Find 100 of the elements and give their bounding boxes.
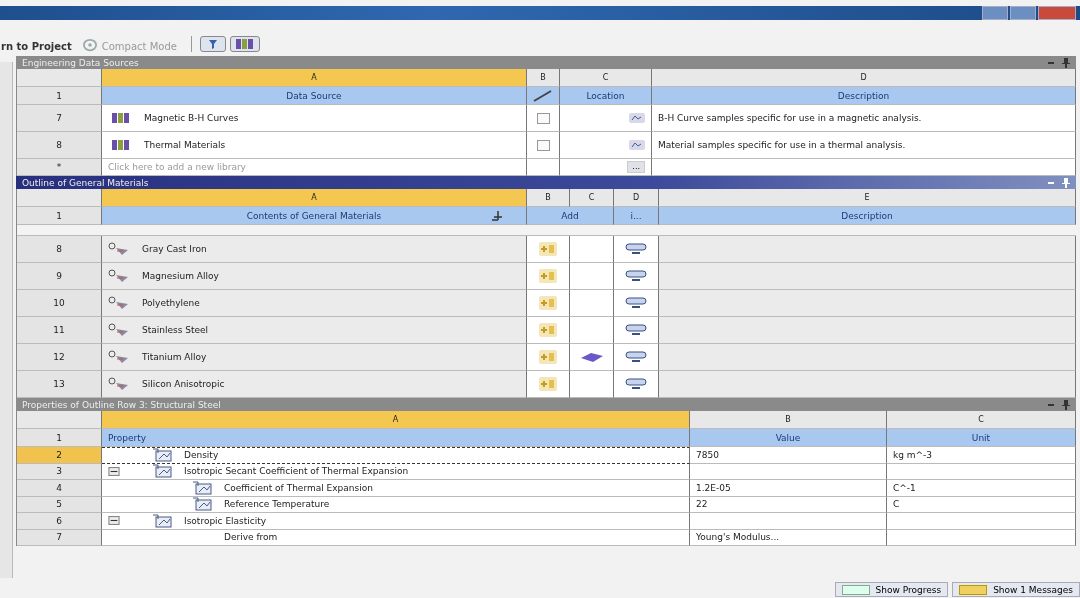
properties-icon[interactable] — [625, 378, 647, 390]
column-letter: B — [527, 189, 570, 207]
properties-icon[interactable] — [625, 243, 647, 255]
library-icon — [112, 139, 130, 151]
row-number: 4 — [17, 480, 102, 497]
add-icon[interactable] — [539, 242, 557, 256]
minimize-icon[interactable] — [1048, 181, 1054, 184]
checkbox[interactable] — [536, 139, 550, 151]
panel-title: Properties of Outline Row 3: Structural Steel — [22, 399, 222, 410]
column-letter: C — [560, 69, 652, 87]
show-messages-button[interactable]: Show 1 Messages — [952, 582, 1080, 597]
column-header[interactable]: Description — [652, 87, 1076, 105]
row-number: 1 — [17, 207, 102, 225]
library-name: Thermal Materials — [144, 140, 226, 150]
show-progress-button[interactable]: Show Progress — [834, 582, 949, 597]
column-header[interactable]: Data Source — [102, 87, 527, 105]
row-number: 13 — [17, 371, 102, 398]
row-number: 7 — [17, 105, 102, 132]
add-icon[interactable] — [539, 323, 557, 337]
panel-title: Outline of General Materials — [22, 177, 150, 188]
pin-icon[interactable] — [1062, 177, 1070, 188]
column-letter: D — [614, 189, 659, 207]
property-value[interactable]: 1.2E-05 — [690, 480, 887, 497]
properties-icon[interactable] — [625, 351, 647, 363]
library-toggle-button[interactable] — [229, 36, 260, 52]
material-icon — [108, 377, 130, 391]
add-icon[interactable] — [539, 269, 557, 283]
column-header[interactable]: i... — [614, 207, 659, 225]
table-cell[interactable]: C — [887, 496, 1076, 513]
property-icon — [152, 448, 172, 463]
row-number: 10 — [17, 290, 102, 317]
table-cell[interactable] — [887, 529, 1076, 546]
row-number: 9 — [17, 263, 102, 290]
material-icon — [108, 242, 130, 256]
properties-icon[interactable] — [625, 270, 647, 282]
material-icon — [108, 323, 130, 337]
table-cell[interactable] — [887, 513, 1076, 530]
property-name: Derive from — [224, 532, 278, 543]
column-header[interactable]: Description — [659, 207, 1076, 225]
table-cell[interactable]: kg m^-3 — [887, 447, 1076, 464]
material-name: Stainless Steel — [142, 325, 209, 335]
property-value[interactable]: 7850 — [690, 447, 887, 464]
material-name: Gray Cast Iron — [142, 244, 207, 254]
property-value[interactable]: Young's Modulus... — [690, 529, 887, 546]
add-icon[interactable] — [539, 350, 557, 364]
row-number: 8 — [17, 236, 102, 263]
row-number: 1 — [17, 87, 102, 105]
property-icon — [152, 464, 172, 479]
column-header[interactable]: Location — [560, 87, 652, 105]
description-text: B-H Curve samples specific for use in a magnetic analysis. — [652, 105, 1076, 132]
table-cell[interactable]: C^-1 — [887, 480, 1076, 497]
property-name: Isotropic Secant Coefficient of Thermal Expansion — [184, 466, 409, 477]
add-icon[interactable] — [539, 377, 557, 391]
pin-icon[interactable] — [1062, 57, 1070, 68]
add-icon[interactable] — [539, 296, 557, 310]
row-number: 8 — [17, 132, 102, 159]
material-name: Magnesium Alloy — [142, 271, 219, 281]
properties-icon[interactable] — [625, 297, 647, 309]
return-to-project-button[interactable]: rn to Project — [1, 41, 72, 52]
material-icon — [108, 350, 130, 364]
column-header[interactable]: Unit — [887, 429, 1076, 447]
column-header[interactable]: Add — [527, 207, 614, 225]
close-button[interactable] — [1038, 6, 1076, 20]
library-icon — [234, 38, 255, 50]
minimize-icon[interactable] — [1048, 61, 1054, 64]
minimize-icon[interactable] — [1048, 403, 1054, 406]
property-value[interactable] — [690, 463, 887, 480]
row-number: * — [17, 159, 102, 176]
property-value[interactable]: 22 — [690, 496, 887, 513]
column-header[interactable]: Property — [102, 429, 690, 447]
filter-toggle-button[interactable] — [199, 36, 226, 52]
row-number: 1 — [17, 429, 102, 447]
table-cell[interactable] — [887, 463, 1076, 480]
library-name: Magnetic B-H Curves — [144, 113, 239, 123]
column-letter: E — [659, 189, 1076, 207]
material-name: Titanium Alloy — [142, 352, 207, 362]
property-value[interactable] — [690, 513, 887, 530]
row-number: 11 — [17, 317, 102, 344]
row-number: 12 — [17, 344, 102, 371]
checkbox[interactable] — [536, 112, 550, 124]
material-name: Silicon Anisotropic — [142, 379, 225, 389]
property-name: Coefficient of Thermal Expansion — [224, 482, 373, 493]
collapse-icon[interactable] — [108, 466, 120, 476]
property-name: Isotropic Elasticity — [184, 515, 267, 526]
pin-icon[interactable] — [1062, 399, 1070, 410]
compact-mode-icon — [81, 38, 98, 52]
column-letter: A — [102, 69, 527, 87]
properties-icon[interactable] — [625, 324, 647, 336]
pencil-icon — [533, 89, 553, 102]
row-number: 6 — [17, 513, 102, 530]
property-icon — [192, 480, 212, 495]
browse-button[interactable]: ... — [627, 161, 645, 173]
column-letter: C — [570, 189, 614, 207]
collapse-icon[interactable] — [108, 516, 120, 526]
column-letter: B — [527, 69, 560, 87]
column-header[interactable]: Value — [690, 429, 887, 447]
column-letter: C — [887, 411, 1076, 429]
description-text: Material samples specific for use in a thermal analysis. — [652, 132, 1076, 159]
column-header[interactable]: Contents of General Materials — [246, 210, 382, 221]
column-letter: D — [652, 69, 1076, 87]
